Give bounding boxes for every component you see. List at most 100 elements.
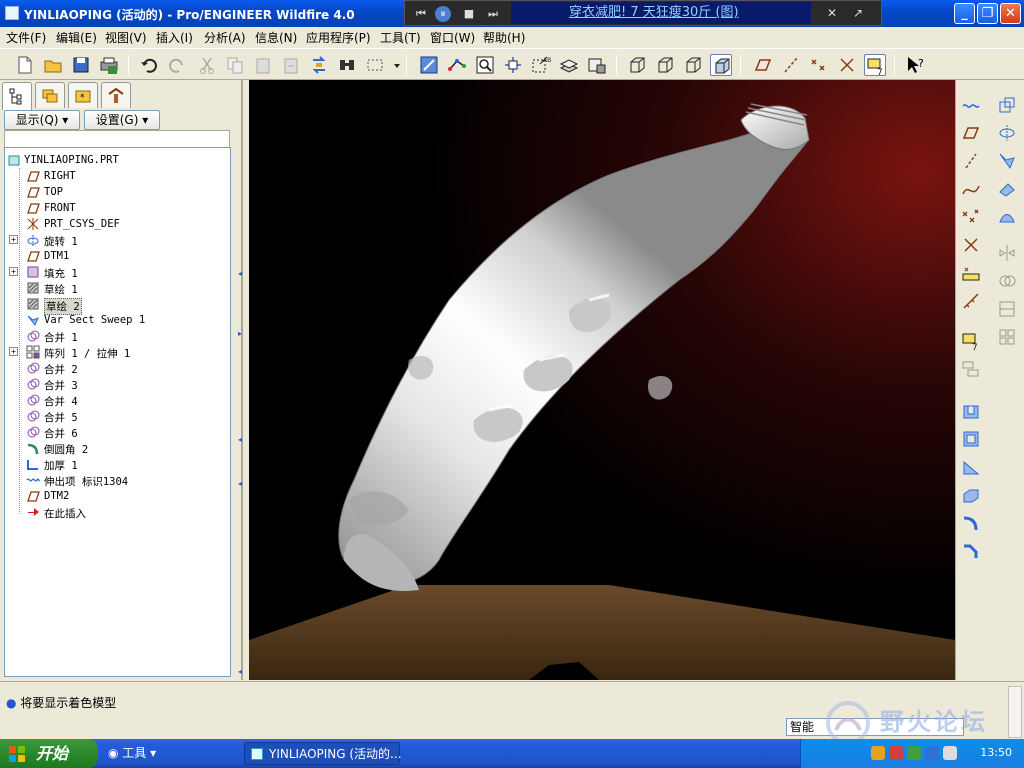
datum-curve-tool-icon[interactable] [960,178,982,200]
save-icon[interactable] [70,54,92,76]
tree-item[interactable]: + 阵列 1 / 拉伸 1 [5,344,230,360]
start-button[interactable]: 开始 [0,739,98,768]
shell-feature-icon[interactable] [960,428,982,450]
taskbar-window-button[interactable]: YINLIAOPING (活动的... [244,742,402,765]
tree-item[interactable]: 合并 5 [5,408,230,424]
menu-window[interactable]: 窗口(W) [430,29,475,46]
next-track-icon[interactable]: ⏭ [485,6,501,22]
tree-item[interactable]: 合并 3 [5,376,230,392]
tree-item[interactable]: FRONT [5,200,230,216]
maximize-button[interactable]: ❐ [977,3,998,24]
tray-volume-icon[interactable] [943,746,957,760]
expand-arrow-icon[interactable]: ▸ [238,330,246,338]
tree-item[interactable]: DTM2 [5,488,230,504]
menu-view[interactable]: 视图(V) [105,29,147,46]
zoom-out-icon[interactable] [502,54,524,76]
tree-item[interactable]: 伸出项 标识1304 [5,472,230,488]
hole-tool-icon[interactable] [960,400,982,422]
blend-tool-icon[interactable] [996,178,1018,200]
menu-analysis[interactable]: 分析(A) [204,29,246,46]
boundary-blend-tool-icon[interactable] [996,206,1018,228]
sketch-curve-icon[interactable] [960,94,982,116]
tree-item[interactable]: + 填充 1 [5,264,230,280]
datum-axis-tool-icon[interactable] [960,150,982,172]
media-popout-icon[interactable]: ↗ [853,6,863,20]
annotation-toggle-icon[interactable]: 7 [864,54,886,78]
datum-axis-toggle-icon[interactable] [780,54,802,76]
mirror-tool-icon[interactable] [996,242,1018,264]
tree-item[interactable]: + 旋转 1 [5,232,230,248]
expand-toggle-icon[interactable]: + [9,235,18,244]
expand-toggle-icon[interactable]: + [9,267,18,276]
message-scrollbar[interactable] [1008,686,1022,738]
shading-icon[interactable] [710,54,732,76]
tree-item[interactable]: 草绘 2 [5,296,230,315]
tree-item[interactable]: 合并 4 [5,392,230,408]
media-ad-link[interactable]: 穿衣减肥! 7 天狂瘦30斤 (图) [511,2,811,24]
draft-tool-icon[interactable] [960,484,982,506]
paste-icon[interactable] [252,54,274,76]
revolve-tool-icon[interactable] [996,122,1018,144]
print-save-icon[interactable] [98,54,120,76]
zoom-in-icon[interactable] [474,54,496,76]
menu-help[interactable]: 帮助(H) [483,29,525,46]
menu-edit[interactable]: 编辑(E) [56,29,97,46]
tree-item[interactable]: 合并 2 [5,360,230,376]
tray-app-icon[interactable] [871,746,885,760]
view-manager-icon[interactable] [586,54,608,76]
collapse-arrow-icon[interactable]: ◂ [238,668,246,676]
insert-datum-icon[interactable] [960,290,982,312]
tree-item[interactable]: 合并 6 [5,424,230,440]
tree-item[interactable]: RIGHT [5,168,230,184]
new-file-icon[interactable] [14,54,36,76]
expand-toggle-icon[interactable]: + [9,347,18,356]
rib-tool-icon[interactable] [960,456,982,478]
csys-tool-icon[interactable] [960,234,982,256]
layers-icon[interactable] [558,54,580,76]
tab-model-tree[interactable] [2,82,32,110]
pause-icon[interactable]: ⏸ [435,6,451,22]
context-help-icon[interactable]: ? [904,54,926,76]
menu-info[interactable]: 信息(N) [255,29,297,46]
collapse-arrow-icon[interactable]: ◂ [238,436,246,444]
shell-icon[interactable] [996,94,1018,116]
tree-item[interactable]: 合并 1 [5,328,230,344]
tree-root-item[interactable]: YINLIAOPING.PRT [5,152,230,168]
panel-splitter[interactable]: ◂ ▸ ◂ ◂ ◂ [236,80,248,680]
tree-item[interactable]: Var Sect Sweep 1 [5,312,230,328]
tab-favorites[interactable]: * [68,82,98,108]
analysis-feature-icon[interactable] [960,262,982,284]
tree-item[interactable]: 加厚 1 [5,456,230,472]
copy-geometry-icon[interactable] [960,358,982,380]
pattern-tool-icon[interactable] [996,326,1018,348]
tree-item[interactable]: DTM1 [5,248,230,264]
find-icon[interactable] [336,54,358,76]
undo-icon[interactable] [138,54,160,76]
refit-icon[interactable]: AB [530,54,552,76]
select-box-icon[interactable] [364,54,386,76]
collapse-arrow-icon[interactable]: ◂ [238,480,246,488]
tree-item[interactable]: 草绘 1 [5,280,230,296]
close-button[interactable]: ✕ [1000,3,1021,24]
sweep-tool-icon[interactable] [996,150,1018,172]
repaint-icon[interactable] [418,54,440,76]
wireframe-icon[interactable] [626,54,648,76]
menu-applications[interactable]: 应用程序(P) [306,29,371,46]
collapse-arrow-icon[interactable]: ◂ [238,270,246,278]
no-hidden-icon[interactable] [682,54,704,76]
minimize-button[interactable]: _ [954,3,975,24]
merge-tool-icon[interactable] [996,270,1018,292]
open-folder-icon[interactable] [42,54,64,76]
datum-point-tool-icon[interactable] [960,206,982,228]
tray-app-icon[interactable] [907,746,921,760]
tab-folder-browser[interactable] [35,82,65,108]
redo-icon[interactable] [166,54,188,76]
show-dropdown-button[interactable]: 显示(Q) ▾ [4,110,80,130]
media-close-icon[interactable]: ✕ [827,6,837,20]
tree-item[interactable]: PRT_CSYS_DEF [5,216,230,232]
tree-item[interactable]: TOP [5,184,230,200]
tray-network-icon[interactable] [925,746,939,760]
csys-toggle-icon[interactable] [836,54,858,76]
chamfer-tool-icon[interactable] [960,540,982,562]
previous-track-icon[interactable]: ⏮ [413,6,429,22]
